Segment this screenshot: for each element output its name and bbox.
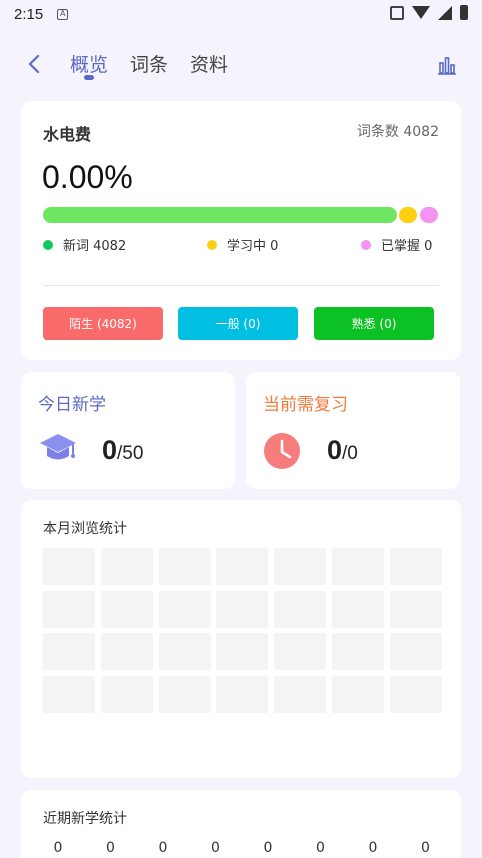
calendar-cell — [100, 548, 153, 585]
calendar-cell — [100, 675, 153, 713]
dictionary-name: 水电费 — [43, 125, 92, 144]
bar-chart-icon — [438, 57, 456, 75]
level-unfamiliar-button[interactable]: 陌生 (4082) — [43, 307, 163, 340]
review-count: 0 — [327, 435, 343, 465]
legend-mastered: 已掌握 0 — [361, 235, 432, 254]
calendar-cell — [43, 633, 95, 671]
recent-count: 0 — [316, 840, 325, 856]
recent-learning-title: 近期新学统计 — [43, 811, 127, 827]
legend-learning: 学习中 0 — [207, 235, 278, 254]
tab-overview[interactable]: 概览 — [70, 50, 108, 77]
calendar-cell — [43, 548, 95, 585]
calendar-cell — [389, 633, 442, 671]
entry-count: 词条数 4082 — [356, 124, 439, 140]
calendar-cell — [274, 675, 327, 713]
calendar-cell — [158, 675, 211, 713]
mastery-percent: 0.00% — [42, 159, 133, 195]
today-new-card[interactable]: 今日新学 0/50 — [21, 372, 235, 489]
signal-icon — [438, 5, 452, 20]
recent-count: 0 — [106, 840, 115, 856]
legend-learning-label: 学习中 0 — [227, 239, 279, 254]
progress-bar — [43, 207, 438, 223]
progress-mastered-segment — [420, 207, 438, 223]
level-normal-button[interactable]: 一般 (0) — [178, 307, 298, 340]
today-new-value: 0/50 — [102, 435, 143, 466]
calendar-cell — [274, 590, 327, 628]
status-icons — [390, 5, 468, 20]
level-familiar-button[interactable]: 熟悉 (0) — [314, 307, 434, 340]
recent-learning-card: 近期新学统计 0 0 0 0 0 0 0 0 — [21, 790, 461, 858]
calendar-cell — [274, 548, 327, 585]
calendar-cell — [216, 548, 269, 585]
progress-learning-segment — [399, 207, 417, 223]
review-card[interactable]: 当前需复习 0/0 — [246, 372, 460, 489]
stats-button[interactable] — [436, 54, 458, 76]
recent-count: 0 — [368, 840, 378, 856]
legend-dot-green — [43, 239, 53, 250]
graduation-cap-icon — [38, 432, 78, 470]
calendar-cell — [216, 590, 269, 628]
calendar-cell — [389, 590, 442, 628]
status-bar: 2:15 A — [0, 0, 482, 28]
battery-icon — [460, 5, 468, 20]
calendar-cell — [158, 590, 211, 628]
wifi-icon — [412, 6, 430, 19]
clock-icon — [263, 432, 301, 474]
calendar-cell — [43, 590, 95, 628]
monthly-browse-card: 本月浏览统计 — [21, 500, 461, 778]
calendar-cell — [158, 633, 211, 671]
vibrate-icon — [390, 5, 404, 20]
calendar-cell — [100, 633, 153, 671]
recent-count: 0 — [263, 840, 273, 856]
progress-new-segment — [43, 207, 397, 223]
calendar-cell — [332, 675, 384, 713]
status-time: 2:15 — [14, 5, 44, 23]
review-title: 当前需复习 — [263, 395, 348, 415]
calendar-cell — [332, 548, 384, 585]
monthly-browse-title: 本月浏览统计 — [43, 521, 127, 537]
legend-new-label: 新词 4082 — [63, 239, 127, 254]
calendar-cell — [332, 633, 384, 671]
calendar-cell — [389, 675, 442, 713]
calendar-cell — [158, 548, 211, 585]
recent-count: 0 — [158, 840, 168, 856]
today-new-title: 今日新学 — [38, 395, 106, 415]
header: 概览 词条 资料 — [0, 40, 482, 88]
legend-new: 新词 4082 — [43, 235, 126, 254]
back-button[interactable] — [24, 52, 46, 76]
tab-entries[interactable]: 词条 — [130, 50, 168, 77]
recent-count: 0 — [421, 840, 430, 856]
summary-card: 水电费 词条数 4082 0.00% 新词 4082 学习中 0 已掌握 0 陌… — [21, 101, 461, 360]
active-tab-indicator — [84, 75, 94, 80]
calendar-cell — [43, 675, 95, 713]
review-goal: /0 — [342, 443, 358, 464]
recent-count: 0 — [211, 840, 220, 856]
notification-a-icon: A — [57, 8, 69, 20]
calendar-cell — [216, 633, 269, 671]
today-new-count: 0 — [102, 435, 118, 465]
calendar-cell — [216, 675, 269, 713]
legend-mastered-label: 已掌握 0 — [381, 239, 433, 254]
legend-dot-pink — [361, 239, 371, 250]
divider — [43, 285, 439, 286]
calendar-cell — [100, 590, 153, 628]
calendar-cell — [274, 633, 327, 671]
tab-materials[interactable]: 资料 — [190, 50, 228, 77]
legend-dot-yellow — [207, 239, 217, 250]
calendar-cell — [332, 590, 384, 628]
recent-count: 0 — [53, 840, 63, 856]
today-new-goal: /50 — [117, 443, 144, 464]
chevron-left-icon — [28, 54, 40, 74]
review-value: 0/0 — [327, 435, 358, 466]
calendar-cell — [389, 548, 442, 585]
